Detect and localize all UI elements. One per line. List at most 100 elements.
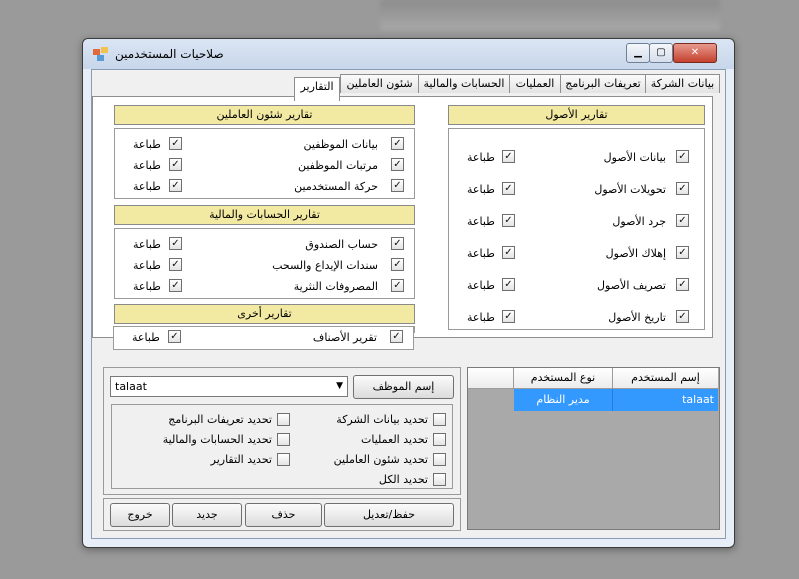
tab-reports[interactable]: التقارير (294, 77, 340, 101)
permissions-window: صلاحيات المستخدمين ▁ ▢ ✕ بيانات الشركة ت… (82, 38, 735, 548)
tab-label: شئون العاملين (346, 77, 413, 90)
column-header-username[interactable]: إسم المستخدم (613, 368, 718, 389)
select-operations-checkbox[interactable] (433, 433, 446, 446)
deposit-withdraw-print-checkbox[interactable]: ✓ (169, 258, 182, 271)
finance-reports-group: حساب الصندوق ✓ طباعة ✓ سندات الإيداع وال… (114, 228, 415, 299)
assets-inventory-print-checkbox[interactable]: ✓ (502, 214, 515, 227)
save-edit-button[interactable]: حفظ/تعديل (324, 503, 454, 527)
exit-button[interactable]: خروج (110, 503, 170, 527)
print-label: طباعة (467, 279, 495, 292)
employees-data-checkbox[interactable]: ✓ (391, 137, 404, 150)
tab-hr[interactable]: شئون العاملين (340, 74, 419, 93)
hr-reports-header: تقارير شئون العاملين (114, 105, 415, 125)
print-label: طباعة (467, 183, 495, 196)
assets-data-print-checkbox[interactable]: ✓ (502, 150, 515, 163)
select-hr-label: تحديد شئون العاملين (333, 453, 428, 466)
assets-transfers-print-checkbox[interactable]: ✓ (502, 182, 515, 195)
hr-reports-group: بيانات الموظفين ✓ طباعة ✓ مرتبات الموظفي… (114, 128, 415, 199)
cashbox-account-checkbox[interactable]: ✓ (391, 237, 404, 250)
employees-data-label: بيانات الموظفين (303, 138, 378, 151)
assets-depreciation-checkbox[interactable]: ✓ (676, 246, 689, 259)
tab-definitions[interactable]: تعريفات البرنامج (560, 74, 646, 93)
column-header-user-type[interactable]: نوع المستخدم (514, 368, 613, 389)
close-button[interactable]: ✕ (673, 43, 717, 63)
select-all-label: تحديد الكل (378, 473, 428, 486)
other-reports-group: تقرير الأصناف ✓ طباعة ✓ (113, 326, 414, 350)
print-label: طباعة (133, 238, 161, 251)
window-title: صلاحيات المستخدمين (115, 47, 224, 61)
employees-data-print-checkbox[interactable]: ✓ (169, 137, 182, 150)
tab-company[interactable]: بيانات الشركة (645, 74, 720, 93)
users-movement-checkbox[interactable]: ✓ (391, 179, 404, 192)
assets-history-checkbox[interactable]: ✓ (676, 310, 689, 323)
petty-expenses-print-checkbox[interactable]: ✓ (169, 279, 182, 292)
assets-disposal-checkbox[interactable]: ✓ (676, 278, 689, 291)
select-reports-label: تحديد التقارير (210, 453, 272, 466)
assets-history-print-checkbox[interactable]: ✓ (502, 310, 515, 323)
cashbox-account-print-checkbox[interactable]: ✓ (169, 237, 182, 250)
select-definitions-checkbox[interactable] (277, 413, 290, 426)
grid-corner (468, 368, 514, 389)
petty-expenses-label: المصروفات النثرية (293, 280, 378, 293)
items-report-label: تقرير الأصناف (312, 331, 377, 344)
employees-salaries-print-checkbox[interactable]: ✓ (169, 158, 182, 171)
assets-data-checkbox[interactable]: ✓ (676, 150, 689, 163)
users-movement-print-checkbox[interactable]: ✓ (169, 179, 182, 192)
employee-select[interactable]: talaat ▼ (110, 376, 348, 397)
employees-salaries-label: مرتبات الموظفين (297, 159, 378, 172)
select-all-checkbox[interactable] (433, 473, 446, 486)
new-button[interactable]: جديد (172, 503, 242, 527)
assets-inventory-checkbox[interactable]: ✓ (676, 214, 689, 227)
select-reports-checkbox[interactable] (277, 453, 290, 466)
print-label: طباعة (133, 159, 161, 172)
print-label: طباعة (467, 151, 495, 164)
users-movement-label: حركة المستخدمين (294, 180, 378, 193)
select-options-group: تحديد بيانات الشركة تحديد تعريفات البرنا… (111, 404, 453, 489)
employee-name-button[interactable]: إسم الموظف (353, 375, 454, 399)
select-finance-label: تحديد الحسابات والمالية (162, 433, 272, 446)
chevron-down-icon: ▼ (336, 381, 343, 391)
username-cell[interactable]: talaat (613, 389, 718, 411)
items-report-checkbox[interactable]: ✓ (390, 330, 403, 343)
assets-transfers-checkbox[interactable]: ✓ (676, 182, 689, 195)
select-finance-checkbox[interactable] (277, 433, 290, 446)
deposit-withdraw-checkbox[interactable]: ✓ (391, 258, 404, 271)
close-icon: ✕ (690, 47, 700, 58)
print-label: طباعة (133, 259, 161, 272)
items-report-print-checkbox[interactable]: ✓ (168, 330, 181, 343)
assets-disposal-print-checkbox[interactable]: ✓ (502, 278, 515, 291)
background-blur (380, 0, 720, 30)
users-grid[interactable]: نوع المستخدم إسم المستخدم مدير النظام ta… (467, 367, 720, 530)
select-company-checkbox[interactable] (433, 413, 446, 426)
reports-tab-panel: تقارير الأصول بيانات الأصول ✓ طباعة ✓ تح… (92, 96, 713, 338)
print-label: طباعة (133, 280, 161, 293)
employee-select-value: talaat (115, 380, 147, 393)
deposit-withdraw-label: سندات الإيداع والسحب (272, 259, 378, 272)
tab-operations[interactable]: العمليات (509, 74, 561, 93)
print-label: طباعة (467, 215, 495, 228)
select-operations-label: تحديد العمليات (360, 433, 428, 446)
print-label: طباعة (467, 311, 495, 324)
assets-reports-header: تقارير الأصول (448, 105, 705, 125)
delete-button[interactable]: حذف (245, 503, 322, 527)
finance-reports-header: تقارير الحسابات والمالية (114, 205, 415, 225)
petty-expenses-checkbox[interactable]: ✓ (391, 279, 404, 292)
employee-options-panel: إسم الموظف talaat ▼ تحديد بيانات الشركة … (103, 367, 461, 495)
maximize-button[interactable]: ▢ (649, 43, 673, 63)
tab-finance[interactable]: الحسابات والمالية (418, 74, 510, 93)
minimize-icon: ▁ (634, 47, 642, 58)
select-hr-checkbox[interactable] (433, 453, 446, 466)
actions-panel: حفظ/تعديل حذف جديد خروج (103, 498, 461, 531)
user-type-cell[interactable]: مدير النظام (514, 389, 613, 411)
assets-depreciation-print-checkbox[interactable]: ✓ (502, 246, 515, 259)
assets-inventory-label: جرد الأصول (612, 215, 666, 228)
assets-reports-group: بيانات الأصول ✓ طباعة ✓ تحويلات الأصول ✓… (448, 128, 705, 330)
title-bar: صلاحيات المستخدمين ▁ ▢ ✕ (83, 39, 734, 69)
print-label: طباعة (133, 180, 161, 193)
tab-label: التقارير (300, 80, 334, 93)
select-company-label: تحديد بيانات الشركة (336, 413, 428, 426)
employees-salaries-checkbox[interactable]: ✓ (391, 158, 404, 171)
tab-label: بيانات الشركة (650, 77, 715, 90)
minimize-button[interactable]: ▁ (626, 43, 650, 63)
tab-label: تعريفات البرنامج (565, 77, 641, 90)
